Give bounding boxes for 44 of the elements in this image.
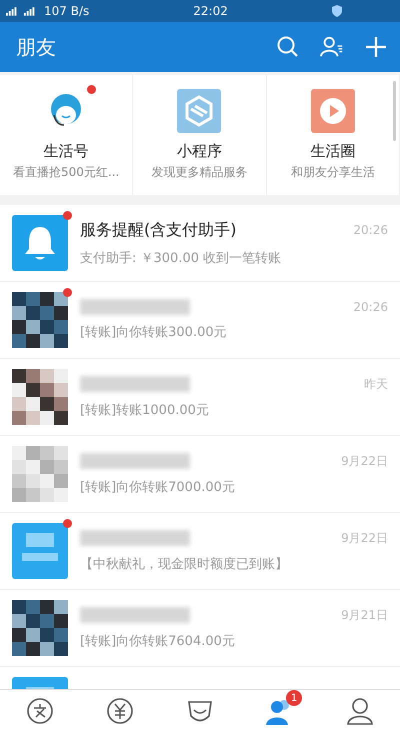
message-time: 9月22日: [341, 452, 388, 470]
shortcut-title: 生活号: [44, 142, 89, 161]
message-preview: 支付助手: ￥300.00 收到一笔转账: [80, 250, 282, 266]
contacts-icon[interactable]: [320, 35, 344, 59]
message-preview: [转账]向你转账7604.00元: [80, 632, 236, 650]
shortcut-tile[interactable]: 生活号 看直播抢500元红...: [0, 75, 134, 195]
add-icon[interactable]: [364, 35, 388, 59]
square-logo-icon: [12, 523, 68, 579]
tab[interactable]: 1: [240, 690, 320, 730]
shield-icon: [332, 5, 342, 17]
conversation-row[interactable]: 9月21日 [转账]向你转账7604.00元: [0, 590, 400, 667]
notification-badge: 1: [286, 690, 302, 706]
shortcut-tile[interactable]: 小程序 发现更多精品服务: [133, 75, 267, 195]
shortcut-title: 小程序: [176, 142, 222, 161]
play-icon: [310, 89, 355, 133]
shortcut-subtitle: 发现更多精品服务: [151, 164, 248, 181]
conversation-row[interactable]: 昨天 [转账]转账1000.00元: [0, 359, 400, 436]
message-preview: [转账]转账1000.00元: [80, 402, 210, 418]
shortcut-title: 生活圈: [310, 142, 356, 161]
message-time: 20:26: [353, 223, 388, 237]
message-time: 20:26: [353, 300, 388, 314]
shortcut-tile[interactable]: 生活圈 和朋友分享生活: [266, 75, 400, 195]
search-icon[interactable]: [276, 35, 300, 59]
shortcut-subtitle: 和朋友分享生活: [290, 164, 375, 181]
message-time: 9月22日: [341, 530, 388, 546]
message-time: 昨天: [364, 376, 388, 392]
scrollbar: [393, 81, 396, 141]
shortcut-subtitle: 看直播抢500元红...: [12, 164, 120, 181]
message-preview: [转账]向你转账7000.00元: [80, 478, 236, 496]
contact-name: 服务提醒(含支付助手): [80, 220, 236, 240]
person-icon: [345, 696, 375, 726]
conversation-row[interactable]: 服务提醒(含支付助手) 20:26 支付助手: ￥300.00 收到一笔转账: [0, 205, 400, 282]
conversation-row[interactable]: 9月22日 [转账]向你转账7000.00元: [0, 436, 400, 513]
yen-icon: [105, 696, 135, 726]
circle-glyph-icon: [25, 696, 55, 726]
page-title: 朋友: [16, 34, 56, 60]
clock: 22:02: [193, 4, 228, 18]
bell-icon: [12, 215, 68, 271]
conversation-row[interactable]: 20:26 [转账]向你转账300.00元: [0, 282, 400, 359]
conversation-row[interactable]: 9月22日 【中秋献礼，现金限时额度已到账】: [0, 513, 400, 590]
message-time: 9月21日: [341, 606, 388, 624]
message-preview: 【中秋献礼，现金限时额度已到账】: [80, 556, 289, 572]
network-speed: 107 B/s: [44, 4, 90, 18]
message-preview: [转账]向你转账300.00元: [80, 324, 228, 341]
